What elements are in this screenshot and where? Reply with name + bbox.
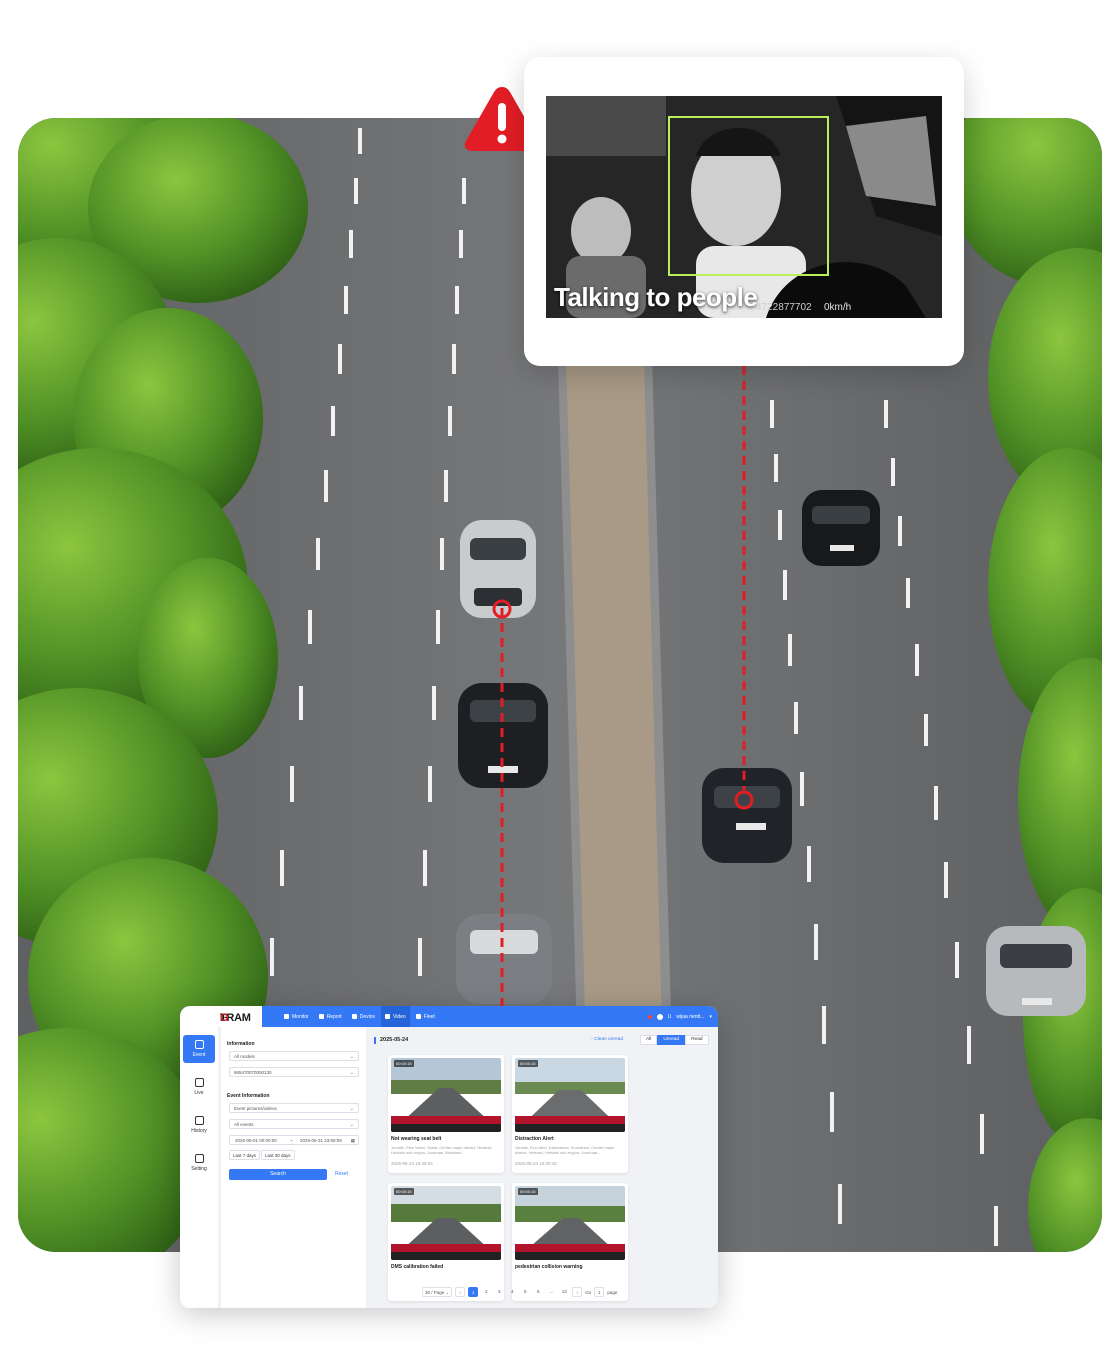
car-silver-2 [986,926,1086,1016]
pagination: 30 / Page ⌄ ‹ 1 2 3 4 5 6 ... 13 › Go 1 … [422,1287,617,1297]
alert-caption: Talking to people [554,282,758,312]
filter-unread[interactable]: Unread [657,1035,686,1045]
car-black-3 [702,768,792,863]
event-location: Jonatie, Pies Valdo, Valda, Centre major… [391,1145,493,1155]
setting-icon [194,1154,204,1163]
nav-video[interactable]: Video [381,1006,410,1027]
event-thumbnail[interactable]: 00:00:15 2 2 [391,1058,501,1132]
filter-read[interactable]: Read [685,1035,709,1045]
page-6[interactable]: 6 [533,1287,543,1297]
avatar [656,1013,663,1020]
nav-report[interactable]: Report [315,1006,346,1027]
video-camera-icon [385,1014,390,1019]
bar-chart-icon [318,1014,324,1019]
event-card[interactable]: 00:00:15 2 2 DMS calibration failed [388,1183,504,1301]
rail-item-history[interactable]: History [183,1111,215,1139]
page-2[interactable]: 2 [481,1287,491,1297]
prev-page-button[interactable]: ‹ [455,1287,466,1297]
live-icon [194,1078,204,1087]
event-card[interactable]: 00:00:15 2 2 Distraction Alert Jonatie, … [512,1055,628,1173]
event-card[interactable]: 00:00:15 2 2 Not wearing seat belt Jonat… [388,1055,504,1173]
chevron-down-icon[interactable]: ▾ [709,1014,712,1020]
speed-overlay: 0km/h [824,302,852,313]
driver-camera-frame: Talking to people 4722877702 0km/h [546,96,942,318]
page-13[interactable]: 13 [559,1287,569,1297]
alert-popup: Talking to people 4722877702 0km/h [524,57,964,366]
media-select[interactable]: Event pictures/videos ⌄ [229,1103,359,1113]
event-time: 2025-05-24 15:29:15 [515,1161,557,1166]
tramigo-logo[interactable]: TRAM I G O [180,1006,262,1027]
last-30-days-button[interactable]: Last 30 days [261,1150,295,1160]
page-size-select[interactable]: 30 / Page ⌄ [422,1287,453,1297]
nav-monitor[interactable]: Monitor [280,1006,313,1027]
event-title: Distraction Alert [515,1136,554,1142]
next-page-button[interactable]: › [572,1287,583,1297]
page-5[interactable]: 5 [520,1287,530,1297]
car-black-2 [802,490,880,566]
main-nav: Monitor Report Device Video Fleet [280,1006,439,1027]
camera-count-icon: 2 2 [615,1124,622,1129]
camera-count-icon: 2 2 [491,1252,498,1257]
truck-icon [415,1014,421,1019]
model-select[interactable]: All models ⌄ [229,1051,359,1061]
event-icon [194,1040,204,1049]
filter-all[interactable]: All [640,1035,658,1045]
event-title: pedestrian collision warning [515,1264,583,1270]
event-card[interactable]: 00:00:15 2 2 pedestrian collision warnin… [512,1183,628,1301]
nav-device[interactable]: Device [348,1006,379,1027]
device-id-overlay: 4722877702 [756,302,812,313]
device-select[interactable]: 865470070000130 ⌄ [229,1067,359,1077]
last-7-days-button[interactable]: Last 7 days [229,1150,261,1160]
camera-count-icon: 2 2 [615,1252,622,1257]
calendar-icon[interactable]: ▦ [351,1136,355,1146]
side-rail: Event Live History Setting [180,1027,218,1308]
rail-item-live[interactable]: Live [183,1073,215,1101]
event-type-select[interactable]: All events ⌄ [229,1119,359,1129]
chevron-down-icon: ⌄ [349,1070,354,1076]
location-pin-icon [284,1014,289,1019]
clean-unread-button[interactable]: ◌ Clean unread [590,1037,623,1042]
nav-fleet[interactable]: Fleet [412,1006,439,1027]
top-nav-bar: TRAM I G O Monitor Report Device Video Flee… [180,1006,718,1027]
filter-panel: Information All models ⌄ 865470070000130 ⌄… [221,1027,366,1308]
event-location: Jonatie, Eco-Atrid, Kaliosaena, Sornaine… [515,1145,615,1155]
search-button[interactable]: Search [229,1169,327,1180]
page-3[interactable]: 3 [494,1287,504,1297]
event-time: 2025-05-24 15:38:04 [391,1161,433,1166]
goto-input[interactable]: 1 [594,1287,605,1297]
event-content: 2025-05-24 ◌ Clean unread All Unread Rea… [370,1027,718,1308]
read-filter-segment: All Unread Read [640,1035,709,1045]
tramigo-app-window: TRAM I G O Monitor Report Device Video Flee… [180,1006,718,1308]
page-4[interactable]: 4 [507,1287,517,1297]
goto-label: Go [585,1289,592,1295]
page-1[interactable]: 1 [468,1287,479,1297]
history-icon [194,1116,204,1125]
event-information-label: Event Information [227,1093,270,1099]
event-thumbnail[interactable]: 00:00:15 2 2 [515,1058,625,1132]
event-thumbnail[interactable]: 00:00:15 2 2 [515,1186,625,1260]
user-menu[interactable]: U wijaa rientt... ▾ [647,1006,712,1027]
notification-dot-icon[interactable] [647,1014,652,1019]
chevron-down-icon: ⌄ [349,1122,354,1128]
chevron-down-icon: ⌄ [349,1106,354,1112]
rail-item-setting[interactable]: Setting [183,1149,215,1177]
information-label: Information [227,1041,255,1047]
page-suffix: page [607,1289,618,1295]
user-name: wijaa rientt... [676,1013,705,1020]
camera-count-icon: 2 2 [491,1124,498,1129]
reset-button[interactable]: Reset [335,1169,348,1180]
page-ellipsis[interactable]: ... [546,1287,556,1297]
event-title: Not wearing seat belt [391,1136,442,1142]
users-icon [351,1014,357,1019]
date-range-picker[interactable]: 2025-05-01 00:00:00 ~ 2025-05-31 23:59:5… [229,1135,359,1145]
chevron-down-icon: ⌄ [349,1054,354,1060]
date-heading: 2025-05-24 [374,1037,408,1044]
car-grey [456,914,552,1004]
event-thumbnail[interactable]: 00:00:15 2 2 [391,1186,501,1260]
event-title: DMS calibration failed [391,1264,444,1270]
rail-item-event[interactable]: Event [183,1035,215,1063]
